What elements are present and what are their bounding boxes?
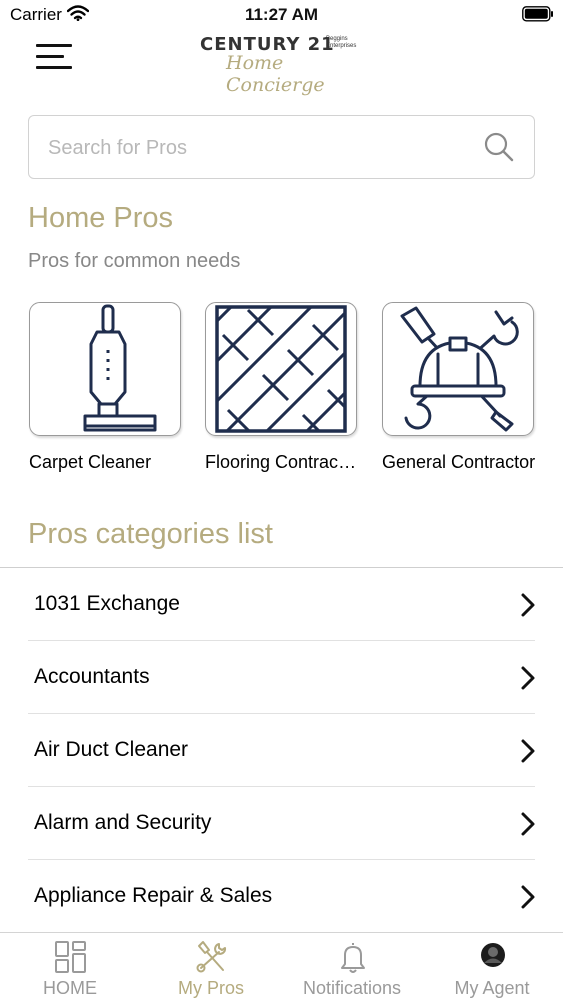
pro-card-carpet-cleaner[interactable]: Carpet Cleaner [29,302,181,473]
search-icon[interactable] [483,131,515,163]
chevron-right-icon [521,593,535,617]
search-input[interactable]: Search for Pros [28,115,535,179]
battery-icon [522,6,553,22]
tab-label: My Pros [177,978,244,998]
pro-card-label: Carpet Cleaner [29,452,152,472]
tab-label: My Agent [454,978,530,998]
hardhat-tools-icon [400,306,519,432]
pro-card-label: Flooring Contractor [205,452,357,472]
category-item-air-duct-cleaner[interactable]: Air Duct Cleaner [0,714,563,787]
tab-home[interactable]: HOME [0,933,140,1000]
category-label: Appliance Repair & Sales [34,884,273,907]
pro-card-tile[interactable] [205,302,357,436]
home-pros-title: Home Pros [28,202,174,234]
category-item-accountants[interactable]: Accountants [0,641,563,714]
status-bar: Carrier 11:27 AM [0,0,563,30]
tab-notifications[interactable]: Notifications [282,933,422,1000]
pro-card-flooring-contractor[interactable]: Flooring Contractor [205,302,357,473]
chevron-right-icon [521,739,535,763]
hamburger-menu-icon[interactable] [36,44,72,70]
floor-tiles-icon [215,305,347,433]
clock: 11:27 AM [244,5,319,24]
pro-card-tile[interactable] [382,302,534,436]
logo-script-text: Home Concierge [226,52,325,96]
grid-icon [55,941,86,973]
category-item-appliance-repair-sales[interactable]: Appliance Repair & Sales [0,860,563,933]
category-label: Accountants [34,665,150,688]
category-label: Alarm and Security [34,811,212,834]
tab-bar: HOME My Pros Notifications My Agent [0,932,563,1000]
home-pros-subtitle: Pros for common needs [28,250,241,272]
categories-title: Pros categories list [28,518,273,550]
avatar-icon [481,943,505,967]
category-label: 1031 Exchange [34,592,180,615]
tab-label: Notifications [302,978,402,998]
bell-icon [341,943,365,973]
logo-subtitle: Beggins Enterprises [326,36,357,49]
tab-my-agent[interactable]: My Agent [422,933,562,1000]
tools-icon [196,941,227,973]
search-placeholder: Search for Pros [48,137,187,159]
chevron-right-icon [521,666,535,690]
pro-card-general-contractor[interactable]: General Contractor [382,302,536,473]
category-label: Air Duct Cleaner [34,738,189,761]
pro-card-label: General Contractor [382,452,536,472]
vacuum-icon [83,304,157,432]
chevron-right-icon [521,885,535,909]
tab-label: HOME [43,978,97,998]
brand-logo: CENTURY 21 Beggins Enterprises Home Conc… [190,32,370,96]
category-item-1031-exchange[interactable]: 1031 Exchange [0,568,563,641]
chevron-right-icon [521,812,535,836]
pro-card-tile[interactable] [29,302,181,436]
tab-my-pros[interactable]: My Pros [141,933,281,1000]
category-item-alarm-and-security[interactable]: Alarm and Security [0,787,563,860]
